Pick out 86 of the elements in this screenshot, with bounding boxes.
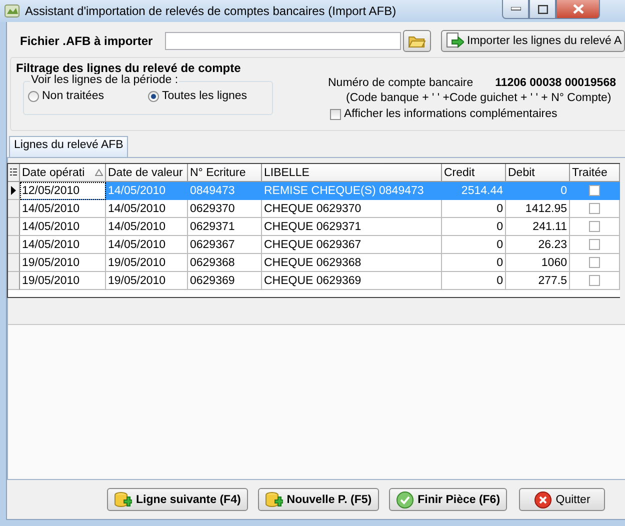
table-cell: 0	[442, 236, 506, 254]
table-cell: CHEQUE 0629368	[262, 254, 442, 272]
table-cell: 0	[442, 200, 506, 218]
checkbox[interactable]	[330, 108, 341, 120]
checkbox[interactable]	[589, 239, 600, 250]
close-circle-icon	[534, 490, 552, 508]
action-button[interactable]: Quitter	[519, 488, 606, 511]
table-cell: REMISE CHEQUE(S) 0849473	[262, 182, 442, 200]
section-title: Filtrage des lignes du relevé de compte	[16, 61, 241, 75]
column-chooser-icon	[10, 168, 17, 177]
group-label: Voir les lignes de la période :	[30, 74, 180, 86]
app-icon	[4, 3, 20, 19]
checkbox[interactable]	[589, 275, 600, 286]
table-cell: 14/05/2010	[106, 182, 188, 200]
column-header[interactable]: Debit	[506, 164, 570, 182]
document-arrow-icon	[446, 32, 464, 50]
table-cell: 19/05/2010	[20, 254, 106, 272]
table-cell: 1412.95	[506, 200, 570, 218]
close-button[interactable]	[556, 0, 600, 19]
table-cell: 0629369	[188, 272, 262, 290]
action-button[interactable]: Ligne suivante (F4)	[107, 488, 248, 511]
checkbox[interactable]	[589, 185, 600, 196]
table-cell: 1060	[506, 254, 570, 272]
row-pointer-icon	[11, 186, 16, 195]
table-cell: 26.23	[506, 236, 570, 254]
account-label: Numéro de compte bancaire	[328, 77, 474, 89]
import-button[interactable]: Importer les lignes du relevé A	[441, 30, 625, 52]
close-icon	[572, 4, 584, 14]
table-cell: 14/05/2010	[20, 218, 106, 236]
column-header[interactable]: N° Ecriture	[188, 164, 262, 182]
maximize-button[interactable]	[529, 0, 556, 19]
tab[interactable]: Lignes du relevé AFB	[9, 136, 128, 157]
table-cell: 14/05/2010	[20, 200, 106, 218]
table-cell: 0849473	[188, 182, 262, 200]
table-cell: CHEQUE 0629371	[262, 218, 442, 236]
action-button[interactable]: Nouvelle P. (F5)	[258, 488, 379, 511]
field-label: Fichier .AFB à importer	[20, 34, 154, 48]
database-plus-icon	[264, 490, 283, 508]
table-cell: 0629368	[188, 254, 262, 272]
table-cell: 277.5	[506, 272, 570, 290]
radio-icon[interactable]	[28, 90, 39, 102]
table-cell: 19/05/2010	[20, 272, 106, 290]
check-circle-icon	[396, 490, 414, 508]
table-cell: 14/05/2010	[106, 236, 188, 254]
account-number: 11206 00038 00019568	[495, 77, 616, 89]
table-cell: 0629371	[188, 218, 262, 236]
table-cell: 14/05/2010	[20, 236, 106, 254]
column-header[interactable]: Credit	[442, 164, 506, 182]
table-cell: 0629367	[188, 236, 262, 254]
table-cell: 0	[506, 182, 570, 200]
column-header[interactable]: Traitée	[570, 164, 620, 182]
table-cell: 0	[442, 272, 506, 290]
table-cell: 14/05/2010	[106, 200, 188, 218]
table-cell: 0	[442, 254, 506, 272]
checkbox[interactable]	[589, 257, 600, 268]
minimize-button[interactable]	[502, 0, 529, 19]
database-plus-icon	[114, 490, 132, 508]
minimize-icon	[510, 7, 520, 11]
browse-button[interactable]	[403, 30, 431, 52]
column-header[interactable]: Date de valeur	[106, 164, 188, 182]
table-cell: CHEQUE 0629369	[262, 272, 442, 290]
table-cell: 19/05/2010	[106, 254, 188, 272]
checkbox-label: Afficher les informations complémentaires	[344, 108, 558, 120]
table-cell: 2514.44	[442, 182, 506, 200]
table-cell: 19/05/2010	[106, 272, 188, 290]
table-cell: 0	[442, 218, 506, 236]
folder-icon	[408, 34, 426, 48]
radio-option[interactable]: Non traitées	[28, 90, 148, 102]
radio-label: Non traitées	[42, 90, 104, 102]
table-cell: 14/05/2010	[106, 218, 188, 236]
table-cell: 241.11	[506, 218, 570, 236]
maximize-icon	[538, 4, 548, 14]
action-button[interactable]: Finir Pièce (F6)	[388, 488, 508, 511]
account-hint: (Code banque + ' ' +Code guichet + ' ' + N° Compte)	[346, 92, 612, 104]
table-cell: CHEQUE 0629367	[262, 236, 442, 254]
radio-icon[interactable]	[148, 90, 159, 102]
column-header[interactable]: Date opérati	[20, 164, 106, 182]
window-title: Assistant d'importation de relevés de comptes bancaires (Import AFB)	[25, 4, 396, 18]
row-header[interactable]	[8, 182, 20, 200]
table-cell: 0629370	[188, 200, 262, 218]
file-path-field[interactable]	[165, 32, 401, 50]
checkbox[interactable]	[589, 203, 600, 214]
table-cell: CHEQUE 0629370	[262, 200, 442, 218]
table-cell: 12/05/2010	[20, 182, 106, 200]
column-header[interactable]: LIBELLE	[262, 164, 442, 182]
checkbox[interactable]	[589, 221, 600, 232]
